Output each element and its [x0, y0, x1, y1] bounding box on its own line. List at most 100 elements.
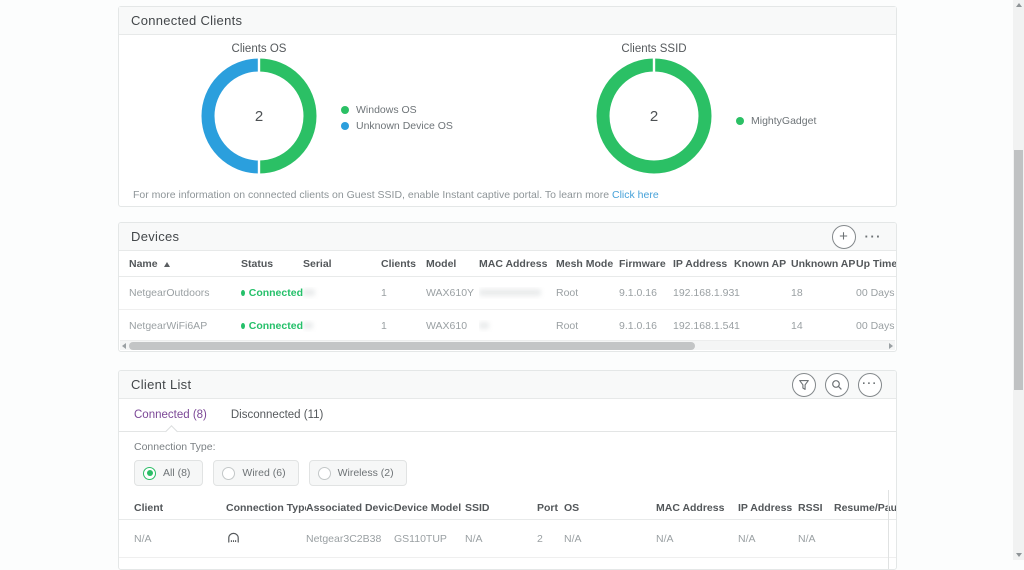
clients-ssid-legend: MightyGadget [736, 115, 816, 127]
device-known-ap: 1 [734, 287, 791, 299]
device-row-netgearoutdoors[interactable]: NetgearOutdoors Connected 1 WAX610Y Root… [119, 277, 896, 309]
scroll-left-arrow-icon[interactable] [122, 343, 126, 349]
col-clients[interactable]: Clients [381, 258, 426, 270]
devices-card: Devices + ··· Name Status Serial Clients… [118, 222, 897, 352]
status-badge: Connected [241, 320, 303, 332]
client-row[interactable]: N/A Netgear3C2B38 GS110TUP N/A 2 N/A N/A… [119, 520, 896, 558]
col-mesh-mode[interactable]: Mesh Mode [556, 258, 619, 270]
col-ip[interactable]: IP Address [673, 258, 734, 270]
client-port: 2 [537, 533, 564, 545]
col-os[interactable]: OS [564, 502, 656, 514]
device-firmware: 9.1.0.16 [619, 287, 673, 299]
col-associated-device[interactable]: Associated Device [306, 502, 394, 514]
legend-label: Windows OS [356, 104, 417, 116]
radio-selected-icon [143, 467, 156, 480]
plus-icon: + [839, 229, 848, 244]
col-known-ap[interactable]: Known AP [734, 258, 791, 270]
col-ssid[interactable]: SSID [465, 502, 537, 514]
wired-icon [226, 531, 241, 544]
col-mac[interactable]: MAC Address [479, 258, 556, 270]
device-known-ap: 1 [734, 320, 791, 332]
clients-ssid-donut-chart: 2 [596, 58, 712, 174]
devices-header-actions: + ··· [832, 225, 885, 249]
device-name[interactable]: NetgearWiFi6AP [129, 320, 241, 332]
filter-wired[interactable]: Wired (6) [213, 460, 298, 486]
connection-type-chips: All (8) Wired (6) Wireless (2) [134, 460, 896, 486]
col-unknown-ap[interactable]: Unknown AP [791, 258, 856, 270]
devices-horizontal-scrollbar[interactable] [120, 340, 895, 350]
connection-type-label: Connection Type: [134, 441, 896, 453]
device-uptime: 00 Days 23 [856, 287, 897, 299]
device-uptime: 00 Days 23 [856, 320, 897, 332]
search-button[interactable] [825, 373, 849, 397]
devices-title: Devices [131, 229, 179, 244]
col-status[interactable]: Status [241, 258, 303, 270]
tab-disconnected[interactable]: Disconnected (11) [231, 409, 323, 421]
devices-ellipsis-menu[interactable]: ··· [865, 230, 883, 243]
device-ip: 192.168.1.93 [673, 287, 734, 299]
device-ip: 192.168.1.54 [673, 320, 734, 332]
vertical-scrollbar-thumb[interactable] [1014, 150, 1023, 390]
col-client[interactable]: Client [134, 502, 226, 514]
scroll-down-arrow-icon[interactable] [1016, 553, 1022, 557]
devices-header: Devices + ··· [119, 223, 896, 251]
col-port[interactable]: Port [537, 502, 564, 514]
client-ssid: N/A [465, 533, 537, 545]
filter-button[interactable] [792, 373, 816, 397]
device-serial-redacted [303, 320, 381, 332]
device-model: WAX610 [426, 320, 479, 332]
horizontal-scrollbar-thumb[interactable] [129, 342, 695, 350]
sort-asc-icon [164, 262, 170, 267]
col-serial[interactable]: Serial [303, 258, 381, 270]
client-connection-type [226, 531, 306, 547]
radio-icon [318, 467, 331, 480]
col-uptime[interactable]: Up Time [856, 258, 897, 270]
col-mac-address[interactable]: MAC Address [656, 502, 738, 514]
connected-clients-card: Connected Clients Clients OS 2 Windows O… [118, 6, 897, 207]
more-options-button[interactable]: ··· [858, 373, 882, 397]
client-device-model: GS110TUP [394, 533, 465, 545]
device-name[interactable]: NetgearOutdoors [129, 287, 241, 299]
page-vertical-scrollbar[interactable] [1013, 0, 1024, 560]
clients-ssid-count: 2 [596, 58, 712, 174]
connected-clients-header: Connected Clients [119, 7, 896, 35]
col-name[interactable]: Name [129, 258, 241, 270]
click-here-link[interactable]: Click here [612, 189, 659, 201]
col-model[interactable]: Model [426, 258, 479, 270]
scroll-right-arrow-icon[interactable] [889, 343, 893, 349]
connected-clients-body: Clients OS 2 Windows OS Unknown Device O… [119, 35, 896, 207]
search-icon [831, 379, 843, 391]
radio-icon [222, 467, 235, 480]
device-clients: 1 [381, 287, 426, 299]
client-list-header: Client List ··· [119, 371, 896, 399]
filter-wireless[interactable]: Wireless (2) [309, 460, 407, 486]
col-connection-type[interactable]: Connection Type [226, 502, 306, 514]
clients-os-donut-chart: 2 [201, 58, 317, 174]
scroll-up-arrow-icon[interactable] [1016, 3, 1022, 7]
tab-connected[interactable]: Connected (8) [134, 409, 207, 421]
filter-all[interactable]: All (8) [134, 460, 203, 486]
col-rssi[interactable]: RSSI [798, 502, 834, 514]
device-unknown-ap: 18 [791, 287, 856, 299]
col-ip-address[interactable]: IP Address [738, 502, 798, 514]
connection-type-filter: Connection Type: All (8) Wired (6) Wirel… [119, 432, 896, 496]
add-device-button[interactable]: + [832, 225, 856, 249]
client-list-title: Client List [131, 377, 191, 392]
legend-label: MightyGadget [751, 115, 816, 127]
devices-table-header: Name Status Serial Clients Model MAC Add… [119, 251, 896, 277]
device-clients: 1 [381, 320, 426, 332]
legend-dot-blue [341, 122, 349, 130]
col-firmware[interactable]: Firmware [619, 258, 673, 270]
client-name: N/A [134, 533, 226, 545]
ellipsis-icon: ··· [862, 379, 878, 390]
status-dot-icon [241, 290, 245, 296]
legend-item-windows-os: Windows OS [341, 104, 453, 116]
device-unknown-ap: 14 [791, 320, 856, 332]
client-mac: N/A [656, 533, 738, 545]
legend-dot-green [736, 117, 744, 125]
client-associated-device: Netgear3C2B38 [306, 533, 394, 545]
col-device-model[interactable]: Device Model [394, 502, 465, 514]
device-row-netgearwifi6ap[interactable]: NetgearWiFi6AP Connected 1 WAX610 Root 9… [119, 309, 896, 341]
client-os: N/A [564, 533, 656, 545]
clients-os-legend: Windows OS Unknown Device OS [341, 104, 453, 132]
